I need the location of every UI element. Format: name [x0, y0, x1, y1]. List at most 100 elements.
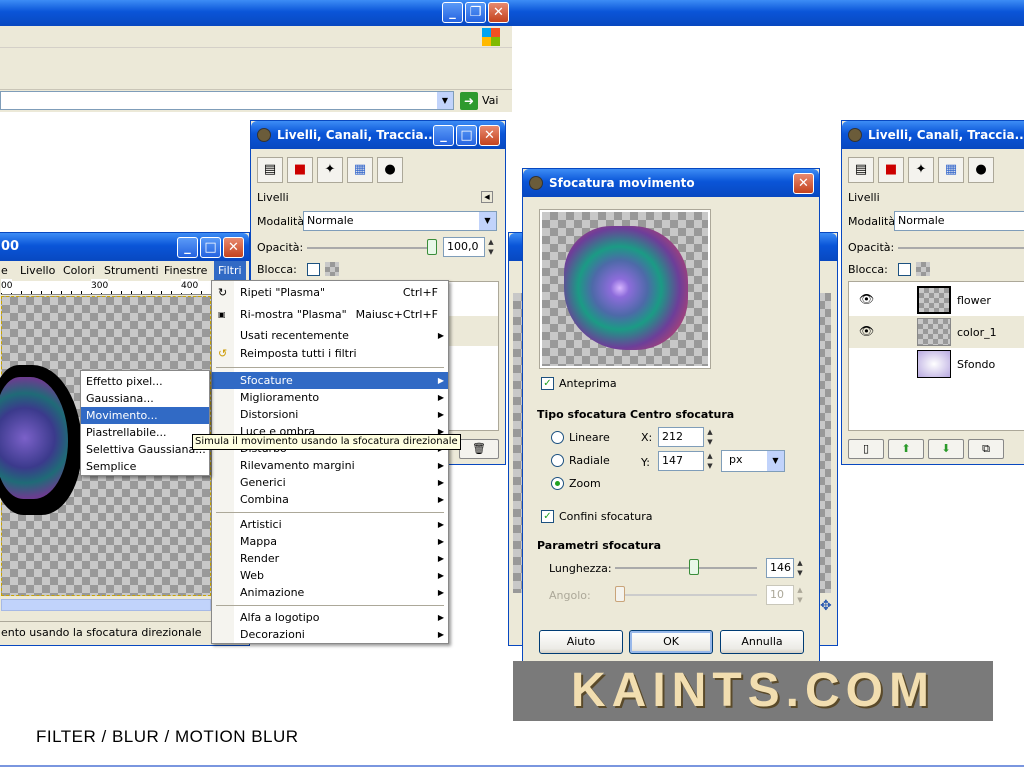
- lower-layer-button[interactable]: ⬇: [928, 439, 964, 459]
- lock-pixels-checkbox[interactable]: [307, 263, 320, 276]
- new-layer-button[interactable]: ▯: [848, 439, 884, 459]
- menu-item-render[interactable]: Render ▶: [212, 550, 448, 567]
- layers-tab-icon[interactable]: ▤: [257, 157, 283, 183]
- opacity-input[interactable]: 100,0: [443, 237, 485, 257]
- image-minimize-button[interactable]: _: [177, 237, 198, 258]
- eye-icon[interactable]: 👁: [859, 292, 874, 306]
- colormap-tab-icon[interactable]: ▦: [347, 157, 373, 183]
- mode-select[interactable]: Normale: [894, 211, 1024, 231]
- menu-tools[interactable]: Strumenti: [104, 261, 159, 281]
- layers-list-right[interactable]: 👁 flower 👁 color_1 Sfondo: [848, 281, 1024, 431]
- lock-alpha-icon[interactable]: [325, 262, 339, 276]
- submenu-item-pixelize[interactable]: Effetto pixel...: [81, 373, 209, 390]
- angle-spin-icon[interactable]: ▲ ▼: [794, 585, 806, 605]
- menu-item-decor[interactable]: Decorazioni ▶: [212, 626, 448, 643]
- menu-layer[interactable]: Livello: [20, 261, 55, 281]
- unit-dropdown-icon[interactable]: ▼: [767, 451, 784, 471]
- preview-canvas[interactable]: [542, 212, 708, 366]
- dialog-close-button[interactable]: ✕: [793, 173, 814, 194]
- menu-item-recent[interactable]: Usati recentemente ▶: [212, 327, 448, 344]
- go-label[interactable]: Vai: [482, 94, 498, 107]
- submenu-item-simple[interactable]: Semplice: [81, 458, 209, 475]
- menu-windows[interactable]: Finestre: [164, 261, 207, 281]
- menu-item-edge-detect[interactable]: Rilevamento margini ▶: [212, 457, 448, 474]
- y-input[interactable]: 147: [658, 451, 704, 471]
- submenu-item-motion[interactable]: Movimento...: [81, 407, 209, 424]
- paths-tab-icon[interactable]: ✦: [317, 157, 343, 183]
- radio-radial[interactable]: [551, 454, 564, 467]
- restore-button[interactable]: ❐: [465, 2, 486, 23]
- submenu-item-selective-gaussian[interactable]: Selettiva Gaussiana...: [81, 441, 209, 458]
- edges-checkbox[interactable]: ✓: [541, 510, 554, 523]
- angle-slider-track[interactable]: [615, 594, 757, 596]
- menu-item-blur[interactable]: Sfocature ▶: [212, 372, 448, 389]
- dock-left-maximize-button[interactable]: □: [456, 125, 477, 146]
- preview-checkbox[interactable]: ✓: [541, 377, 554, 390]
- eye-icon[interactable]: 👁: [859, 324, 874, 338]
- navigate-icon[interactable]: ✥: [820, 598, 836, 614]
- opacity-spin-icon[interactable]: ▲ ▼: [485, 237, 497, 257]
- submenu-item-tileable[interactable]: Piastrellabile...: [81, 424, 209, 441]
- layer-row[interactable]: 👁 flower: [849, 284, 1024, 316]
- channels-tab-icon[interactable]: ■: [287, 157, 313, 183]
- x-spin-icon[interactable]: ▲ ▼: [704, 427, 716, 447]
- angle-input[interactable]: 10: [766, 585, 794, 605]
- menu-item-distorts[interactable]: Distorsioni ▶: [212, 406, 448, 423]
- radio-linear[interactable]: [551, 431, 564, 444]
- mode-select[interactable]: Normale ▼: [303, 211, 497, 231]
- brush-tab-icon[interactable]: ●: [377, 157, 403, 183]
- menu-item-reset[interactable]: ↺ Reimposta tutti i filtri: [212, 345, 448, 362]
- length-slider-handle[interactable]: [689, 559, 699, 575]
- unit-select[interactable]: px ▼: [721, 450, 785, 472]
- channels-tab-icon[interactable]: ■: [878, 157, 904, 183]
- menu-item-enhance[interactable]: Miglioramento ▶: [212, 389, 448, 406]
- edges-label[interactable]: Confini sfocatura: [559, 510, 653, 523]
- address-input[interactable]: ▼: [0, 91, 454, 110]
- image-maximize-button[interactable]: □: [200, 237, 221, 258]
- menu-item-combine[interactable]: Combina ▶: [212, 491, 448, 508]
- menu-item-generic[interactable]: Generici ▶: [212, 474, 448, 491]
- close-button[interactable]: ✕: [488, 2, 509, 23]
- dock-left-close-button[interactable]: ✕: [479, 125, 500, 146]
- menu-edit[interactable]: e: [1, 261, 8, 281]
- layer-row[interactable]: 👁 color_1: [849, 316, 1024, 348]
- lock-pixels-checkbox[interactable]: [898, 263, 911, 276]
- go-arrow-icon[interactable]: ➜: [460, 92, 478, 110]
- raise-layer-button[interactable]: ⬆: [888, 439, 924, 459]
- brush-tab-icon[interactable]: ●: [968, 157, 994, 183]
- trash-button[interactable]: 🗑: [459, 439, 499, 459]
- angle-slider-handle[interactable]: [615, 586, 625, 602]
- menu-colors[interactable]: Colori: [63, 261, 95, 281]
- menu-item-web[interactable]: Web ▶: [212, 567, 448, 584]
- menu-item-repeat[interactable]: ↻ Ripeti "Plasma" Ctrl+F: [212, 284, 448, 301]
- menu-item-artistic[interactable]: Artistici ▶: [212, 516, 448, 533]
- horizontal-scrollbar[interactable]: [1, 599, 211, 611]
- dock-menu-arrow-icon[interactable]: ◀: [481, 191, 493, 203]
- length-slider-track[interactable]: [615, 567, 757, 569]
- mode-dropdown-icon[interactable]: ▼: [479, 212, 496, 230]
- duplicate-layer-button[interactable]: ⧉: [968, 439, 1004, 459]
- menu-item-alpha-logo[interactable]: Alfa a logotipo ▶: [212, 609, 448, 626]
- length-spin-icon[interactable]: ▲ ▼: [794, 558, 806, 578]
- menu-item-reshow[interactable]: ▣ Ri-mostra "Plasma" Maiusc+Ctrl+F: [212, 306, 448, 323]
- layer-row[interactable]: Sfondo: [849, 348, 1024, 380]
- dock-left-minimize-button[interactable]: _: [433, 125, 454, 146]
- minimize-button[interactable]: _: [442, 2, 463, 23]
- length-input[interactable]: 146: [766, 558, 794, 578]
- menu-item-animation[interactable]: Animazione ▶: [212, 584, 448, 601]
- submenu-item-gaussian[interactable]: Gaussiana...: [81, 390, 209, 407]
- layers-tab-icon[interactable]: ▤: [848, 157, 874, 183]
- y-spin-icon[interactable]: ▲ ▼: [704, 451, 716, 471]
- menu-item-map[interactable]: Mappa ▶: [212, 533, 448, 550]
- paths-tab-icon[interactable]: ✦: [908, 157, 934, 183]
- preview-label[interactable]: Anteprima: [559, 377, 617, 390]
- x-input[interactable]: 212: [658, 427, 704, 447]
- opacity-slider[interactable]: [898, 247, 1024, 249]
- radio-zoom[interactable]: [551, 477, 564, 490]
- colormap-tab-icon[interactable]: ▦: [938, 157, 964, 183]
- radio-zoom-label[interactable]: Zoom: [569, 477, 601, 490]
- opacity-slider-handle[interactable]: [427, 239, 437, 255]
- cancel-button[interactable]: Annulla: [720, 630, 804, 654]
- radio-linear-label[interactable]: Lineare: [569, 431, 610, 444]
- menu-filters[interactable]: Filtri: [214, 261, 246, 281]
